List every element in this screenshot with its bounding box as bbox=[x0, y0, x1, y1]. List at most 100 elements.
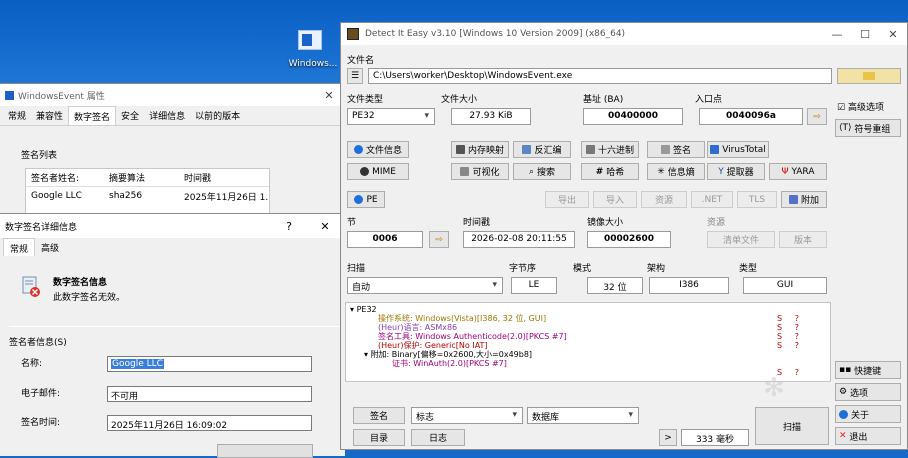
close-icon[interactable]: ✕ bbox=[315, 89, 343, 102]
imagesize-value: 00002600 bbox=[587, 231, 671, 248]
entry-goto-button[interactable]: ⇨ bbox=[807, 108, 827, 125]
file-label: 文件名 bbox=[347, 56, 375, 66]
disasm-icon bbox=[522, 145, 532, 154]
signature-details-dialog: 数字签名详细信息 ? ✕ 常规 高级 数字签名信息 此数字签名无效。 签名者信息… bbox=[0, 213, 345, 458]
advanced-checkbox[interactable]: ☑ 高级选项 bbox=[837, 100, 884, 113]
manifest-button[interactable]: 清单文件 bbox=[707, 231, 775, 248]
col-timestamp[interactable]: 时间戳 bbox=[179, 171, 269, 184]
more-button[interactable]: > bbox=[659, 429, 677, 446]
table-row[interactable]: Google LLC sha256 2025年11月26日 1... bbox=[26, 187, 269, 205]
scan-results-tree[interactable]: ▾ PE32 操作系统: Windows(Vista)[I386, 32 位, … bbox=[345, 302, 831, 382]
keyboard-icon: ▪▪ bbox=[839, 365, 852, 375]
tab-signatures[interactable]: 数字签名 bbox=[68, 106, 117, 125]
symbols-button[interactable]: ⟨T⟩ 符号重组 bbox=[835, 119, 901, 137]
tree-item[interactable]: (Heur)保护: Generic[No IAT] bbox=[350, 341, 826, 350]
tree-root[interactable]: ▾ PE32 bbox=[350, 305, 826, 314]
tab-details[interactable]: 详细信息 bbox=[144, 106, 190, 125]
virustotal-button[interactable]: VirusTotal bbox=[707, 141, 769, 158]
tls-button[interactable]: TLS bbox=[737, 191, 777, 208]
die-window: Detect It Easy v3.10 [Windows 10 Version… bbox=[340, 22, 908, 450]
section-goto-button[interactable]: ⇨ bbox=[429, 231, 449, 248]
name-label: 名称: bbox=[21, 359, 43, 369]
properties-titlebar[interactable]: WindowsEvent 属性 ✕ bbox=[0, 84, 343, 106]
scan-mode-select[interactable]: 自动 bbox=[347, 277, 503, 294]
details-title: 数字签名详细信息 bbox=[5, 222, 78, 233]
extractor-button[interactable]: Y 提取器 bbox=[707, 163, 765, 180]
die-logo-icon bbox=[347, 28, 359, 40]
fileinfo-button[interactable]: 文件信息 bbox=[347, 141, 409, 158]
base-value: 00400000 bbox=[583, 108, 683, 125]
view-certificate-button[interactable] bbox=[217, 444, 313, 458]
flags-select[interactable]: 标志 bbox=[411, 407, 523, 424]
scan-time: 333 毫秒 bbox=[681, 429, 749, 446]
close-icon[interactable]: ✕ bbox=[879, 28, 907, 41]
menu-icon[interactable]: ☰ bbox=[347, 68, 363, 84]
tab-general[interactable]: 常规 bbox=[3, 238, 36, 256]
signer-group-label: 签名者信息(S) bbox=[9, 338, 67, 348]
hash-button[interactable]: # 哈希 bbox=[581, 163, 639, 180]
desktop-icon-label[interactable]: Windows... bbox=[285, 59, 341, 73]
tab-previous[interactable]: 以前的版本 bbox=[190, 106, 245, 125]
resource-button[interactable]: 资源 bbox=[641, 191, 687, 208]
signature-list[interactable]: 签名者姓名: 摘要算法 时间戳 Google LLC sha256 2025年1… bbox=[25, 168, 270, 216]
hex-button[interactable]: 十六进制 bbox=[581, 141, 639, 158]
time-field[interactable]: 2025年11月26日 16:09:02 bbox=[107, 415, 312, 431]
tree-item[interactable]: 操作系统: Windows(Vista)[I386, 32 位, GUI] bbox=[350, 314, 826, 323]
tab-advanced[interactable]: 高级 bbox=[35, 238, 65, 256]
details-titlebar[interactable]: 数字签名详细信息 ? ✕ bbox=[0, 214, 343, 238]
tree-item[interactable]: 签名工具: Windows Authenticode(2.0)[PKCS #7] bbox=[350, 332, 826, 341]
col-signer[interactable]: 签名者姓名: bbox=[26, 171, 104, 184]
name-field[interactable]: Google LLC bbox=[107, 356, 312, 372]
import-button[interactable]: 导入 bbox=[593, 191, 637, 208]
info-text: 此数字签名无效。 bbox=[53, 293, 126, 303]
overlay-button[interactable]: 附加 bbox=[781, 191, 827, 208]
shortcuts-button[interactable]: ▪▪ 快捷键 bbox=[835, 361, 901, 379]
close-icon[interactable]: ✕ bbox=[307, 220, 343, 233]
options-button[interactable]: ⚙ 选项 bbox=[835, 383, 901, 401]
signature-list-label: 签名列表 bbox=[21, 151, 58, 161]
info-icon bbox=[839, 409, 848, 419]
pe-button[interactable]: PE bbox=[347, 191, 385, 208]
file-path-input[interactable]: C:\Users\worker\Desktop\WindowsEvent.exe bbox=[368, 68, 832, 84]
memmap-button[interactable]: 内存映射 bbox=[451, 141, 509, 158]
signature-icon bbox=[660, 145, 670, 154]
open-folder-button[interactable] bbox=[837, 68, 901, 84]
hash-icon: # bbox=[595, 166, 604, 177]
die-titlebar[interactable]: Detect It Easy v3.10 [Windows 10 Version… bbox=[341, 23, 907, 45]
exit-button[interactable]: ✕ 退出 bbox=[835, 427, 901, 445]
email-field[interactable]: 不可用 bbox=[107, 386, 312, 402]
tab-compat[interactable]: 兼容性 bbox=[31, 106, 68, 125]
help-icon[interactable]: ? bbox=[271, 220, 307, 233]
minimize-icon[interactable]: — bbox=[823, 28, 851, 41]
tree-item[interactable]: (Heur)语言: ASMx86 bbox=[350, 323, 826, 332]
details-tabs: 常规 高级 bbox=[0, 238, 343, 256]
search-button[interactable]: ⌕ 搜索 bbox=[513, 163, 571, 180]
directory-button[interactable]: 目录 bbox=[353, 429, 405, 446]
signature-button[interactable]: 签名 bbox=[647, 141, 705, 158]
mime-button[interactable]: MIME bbox=[347, 163, 409, 180]
log-button[interactable]: 日志 bbox=[411, 429, 465, 446]
entropy-button[interactable]: ✳ 信息熵 bbox=[647, 163, 705, 180]
about-button[interactable]: 关于 bbox=[835, 405, 901, 423]
visualize-button[interactable]: 可视化 bbox=[451, 163, 509, 180]
disasm-button[interactable]: 反汇编 bbox=[513, 141, 571, 158]
tab-general[interactable]: 常规 bbox=[3, 106, 31, 125]
tree-item-overlay[interactable]: ▾ 附加: Binary[偏移=0x2600,大小=0x49b8] bbox=[350, 350, 826, 359]
maximize-icon[interactable]: ☐ bbox=[851, 28, 879, 41]
overlay-icon bbox=[788, 195, 798, 204]
tree-item[interactable]: 证书: WinAuth(2.0)[PKCS #7] bbox=[350, 359, 826, 368]
search-icon: ⌕ bbox=[529, 166, 535, 177]
dotnet-button[interactable]: .NET bbox=[691, 191, 733, 208]
col-digest[interactable]: 摘要算法 bbox=[104, 171, 179, 184]
type-value: GUI bbox=[743, 277, 827, 294]
signatures-button[interactable]: 签名 bbox=[353, 407, 405, 424]
filetype-select[interactable]: PE32 bbox=[347, 108, 435, 125]
yara-button[interactable]: Ψ YARA bbox=[769, 163, 827, 180]
entropy-icon: ✳ bbox=[657, 166, 665, 177]
version-button[interactable]: 版本 bbox=[779, 231, 827, 248]
yara-icon: Ψ bbox=[781, 166, 789, 177]
export-button[interactable]: 导出 bbox=[545, 191, 589, 208]
desktop-file-icon[interactable] bbox=[295, 30, 325, 52]
tab-security[interactable]: 安全 bbox=[116, 106, 144, 125]
database-select[interactable]: 数据库 bbox=[527, 407, 639, 424]
